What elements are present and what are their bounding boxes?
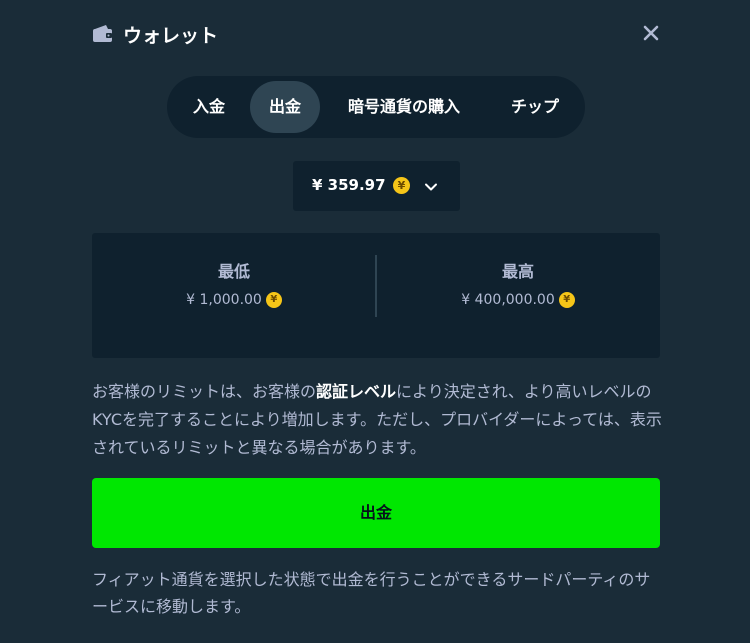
limits-panel: 最低 ¥ 1,000.00 ¥ 最高 ¥ 400,000.00 ¥ — [92, 233, 660, 358]
max-limit: 最高 ¥ 400,000.00 ¥ — [376, 258, 660, 308]
tab-buy-crypto[interactable]: 暗号通貨の購入 — [335, 81, 473, 133]
page-title: ウォレット — [123, 25, 219, 47]
close-icon[interactable] — [640, 22, 662, 44]
wallet-icon — [93, 25, 112, 42]
tab-deposit[interactable]: 入金 — [181, 81, 237, 133]
currency-selector[interactable]: ¥ 359.97 ¥ — [293, 161, 460, 211]
info-text-part1: お客様のリミットは、お客様の — [92, 382, 317, 401]
max-limit-value: ¥ 400,000.00 — [461, 292, 555, 308]
yen-coin-icon: ¥ — [558, 292, 575, 308]
verification-level-link[interactable]: 認証レベル — [316, 382, 396, 401]
withdraw-button[interactable]: 出金 — [92, 478, 660, 548]
max-limit-value-row: ¥ 400,000.00 ¥ — [376, 292, 660, 308]
min-limit-label: 最低 — [217, 262, 250, 281]
tab-tip[interactable]: チップ — [497, 81, 573, 133]
chevron-down-icon — [425, 183, 437, 191]
min-limit-value-row: ¥ 1,000.00 ¥ — [92, 292, 376, 308]
max-limit-label: 最高 — [501, 262, 534, 281]
wallet-header: ウォレット — [92, 20, 662, 48]
min-limit: 最低 ¥ 1,000.00 ¥ — [92, 258, 376, 308]
balance-amount: ¥ 359.97 — [312, 176, 386, 194]
tab-withdraw[interactable]: 出金 — [250, 81, 320, 133]
yen-coin-icon: ¥ — [393, 177, 410, 194]
min-limit-value: ¥ 1,000.00 — [186, 292, 262, 308]
yen-coin-icon: ¥ — [265, 292, 282, 308]
third-party-note: フィアット通貨を選択した状態で出金を行うことができるサードパーティのサービスに移… — [92, 570, 651, 616]
limits-info-text: お客様のリミットは、お客様の認証レベルにより決定され、より高いレベルのKYCを完… — [92, 378, 667, 462]
wallet-tabs: 入金 出金 暗号通貨の購入 チップ — [167, 76, 585, 138]
